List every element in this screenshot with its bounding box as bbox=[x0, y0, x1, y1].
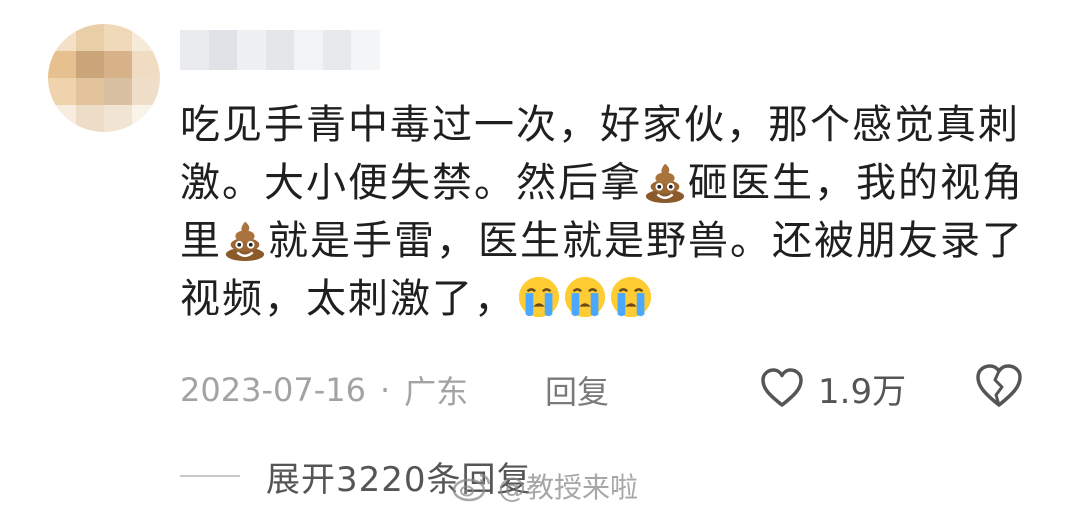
watermark: @教授来啦 bbox=[452, 466, 638, 506]
reply-button[interactable]: 回复 bbox=[545, 362, 609, 418]
like-button[interactable]: 1.9万 bbox=[758, 358, 906, 418]
watermark-text: @教授来啦 bbox=[498, 471, 639, 504]
comment-text: 吃见手青中毒过一次，好家伙，那个感觉真刺激。大小便失禁。然后拿 砸医生，我的视角… bbox=[180, 96, 1030, 328]
comment-location: 广东 bbox=[404, 373, 469, 411]
crying-face-emoji-icon bbox=[610, 276, 652, 318]
broken-heart-icon[interactable] bbox=[973, 360, 1025, 412]
crying-face-emoji-icon bbox=[518, 276, 560, 318]
username-blurred[interactable] bbox=[180, 30, 381, 70]
comment-meta: 2023-07-16 · 广东 bbox=[180, 362, 468, 418]
heart-outline-icon bbox=[761, 368, 803, 407]
avatar[interactable] bbox=[48, 24, 160, 132]
meta-separator: · bbox=[379, 371, 391, 409]
comment-date: 2023-07-16 bbox=[180, 371, 366, 409]
divider-line bbox=[180, 475, 240, 477]
like-count: 1.9万 bbox=[818, 371, 907, 412]
crying-face-emoji-icon bbox=[564, 276, 606, 318]
poop-emoji-icon bbox=[645, 163, 685, 204]
weibo-logo-icon bbox=[452, 473, 491, 502]
poop-emoji-icon bbox=[225, 221, 265, 262]
